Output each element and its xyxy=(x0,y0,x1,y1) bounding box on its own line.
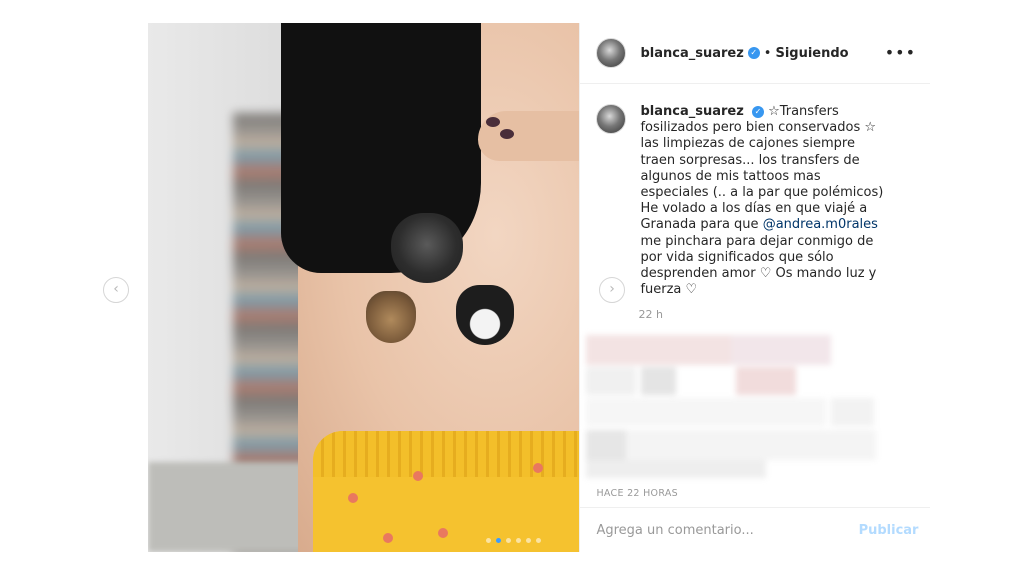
hand xyxy=(478,111,580,161)
caption-username[interactable]: blanca_suarez xyxy=(640,104,743,119)
comment-box: Agrega un comentario... Publicar xyxy=(580,507,931,553)
mention-link[interactable]: @andrea.m0rales xyxy=(763,217,878,232)
avatar[interactable] xyxy=(596,38,627,68)
instagram-post: blanca_suarez ✓ • Siguiendo ••• blanca_s… xyxy=(148,23,931,553)
blurred-block xyxy=(641,367,677,395)
blurred-block xyxy=(731,335,832,365)
chevron-right-icon: › xyxy=(609,281,615,297)
carousel-dot xyxy=(486,538,491,543)
carousel-prev-button[interactable]: ‹ xyxy=(103,277,129,303)
flower-print xyxy=(438,528,448,538)
post-timestamp[interactable]: HACE 22 HORAS xyxy=(596,488,678,499)
flower-print xyxy=(533,463,543,473)
carousel-dot xyxy=(506,538,511,543)
carousel-dot xyxy=(526,538,531,543)
avatar[interactable] xyxy=(596,104,627,134)
blurred-block xyxy=(586,367,637,395)
carousel-indicator xyxy=(486,538,541,543)
blurred-block xyxy=(831,398,875,426)
flower-print xyxy=(348,493,358,503)
dog-tattoo xyxy=(391,213,463,283)
post-image[interactable] xyxy=(148,23,580,552)
blurred-block xyxy=(586,335,732,365)
carousel-next-button[interactable]: › xyxy=(599,277,625,303)
carousel-dot xyxy=(516,538,521,543)
carousel-dot-active xyxy=(496,538,501,543)
nail xyxy=(486,117,500,127)
comment-input[interactable]: Agrega un comentario... xyxy=(596,523,753,538)
blurred-block xyxy=(586,430,627,460)
black-white-cat-tattoo xyxy=(456,285,514,345)
nail xyxy=(500,129,514,139)
flower-print xyxy=(413,471,423,481)
blurred-comments xyxy=(586,335,877,478)
chevron-left-icon: ‹ xyxy=(113,281,119,297)
header-username[interactable]: blanca_suarez xyxy=(640,46,743,61)
blurred-block xyxy=(626,430,877,460)
caption-body-end: me pinchara para dejar conmigo de por vi… xyxy=(640,233,877,298)
tabby-cat-tattoo xyxy=(366,291,416,343)
flower-print xyxy=(383,533,393,543)
caption-text: blanca_suarez ✓ ☆Transfers fosilizados p… xyxy=(640,104,885,298)
blurred-block xyxy=(736,367,797,395)
post-sidebar: blanca_suarez ✓ • Siguiendo ••• blanca_s… xyxy=(579,23,931,553)
blurred-block xyxy=(586,460,767,478)
caption-body: ☆Transfers fosilizados pero bien conserv… xyxy=(640,104,884,233)
caption-comment: blanca_suarez ✓ ☆Transfers fosilizados p… xyxy=(580,84,930,298)
verified-icon: ✓ xyxy=(747,47,760,59)
post-header: blanca_suarez ✓ • Siguiendo ••• xyxy=(580,23,930,84)
carousel-dot xyxy=(536,538,541,543)
verified-icon: ✓ xyxy=(751,106,764,118)
separator-dot: • xyxy=(763,45,772,61)
caption-time: 22 h xyxy=(638,308,663,322)
following-button[interactable]: Siguiendo xyxy=(775,46,848,61)
blurred-block xyxy=(586,398,827,426)
more-options-icon[interactable]: ••• xyxy=(885,43,916,62)
publish-button[interactable]: Publicar xyxy=(859,523,919,538)
